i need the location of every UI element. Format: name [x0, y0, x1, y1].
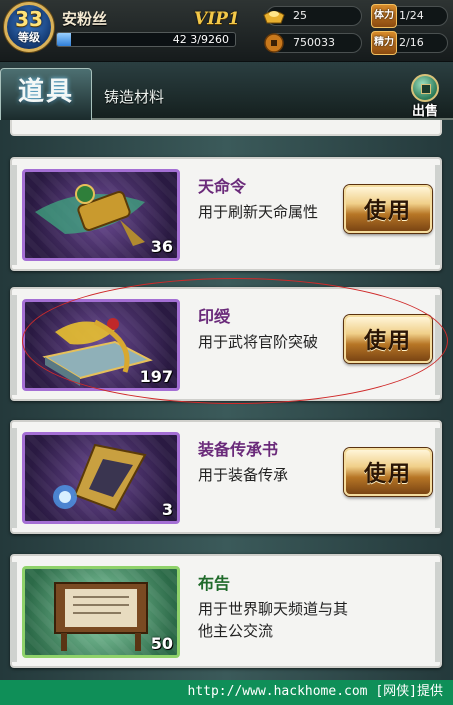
item-thumbnail[interactable]: 197: [22, 299, 180, 391]
sell-label: 出售: [411, 104, 438, 119]
list-item: 3 装备传承书 用于装备传承 使用: [10, 420, 442, 534]
item-name: 装备传承书: [198, 440, 279, 459]
level-number: 33: [15, 7, 43, 31]
item-thumbnail[interactable]: 36: [22, 169, 180, 261]
item-description: 用于武将官阶突破: [198, 333, 319, 351]
list-item: 50 布告 用于世界聊天频道与其他主公交流: [10, 554, 442, 668]
exp-bar-fill: [57, 33, 72, 46]
level-badge[interactable]: 33 等级: [4, 2, 54, 52]
previous-card-edge: [10, 120, 442, 136]
item-description: 用于刷新天命属性: [198, 203, 319, 221]
exp-bar: 42 3/9260: [56, 32, 236, 47]
stamina-label: 体力: [371, 4, 397, 28]
item-list[interactable]: 36 天命令 用于刷新天命属性 使用 197 印绶 用于武将官阶突破 使用 3 …: [0, 120, 453, 680]
coin-icon: [261, 30, 287, 56]
status-bar: 33 等级 安粉丝 VIP1 42 3/9260 25 750033 体力 1/…: [0, 0, 453, 62]
gold-value: 25: [293, 9, 307, 22]
use-button[interactable]: 使用: [344, 448, 432, 496]
vip-badge[interactable]: VIP1: [194, 9, 240, 29]
energy-label: 精力: [371, 31, 397, 55]
stamina-value: 1/24: [399, 9, 424, 22]
sell-button[interactable]: 出售: [403, 74, 447, 119]
stamina-stat[interactable]: 体力 1/24: [371, 4, 448, 28]
item-count: 3: [161, 500, 173, 519]
item-description: 用于世界聊天频道与其他主公交流: [198, 600, 349, 640]
tab-items-label: 道具: [17, 77, 74, 107]
item-count: 50: [150, 634, 173, 653]
gold-stat[interactable]: 25: [263, 6, 362, 26]
exp-text: 42 3/9260: [173, 33, 229, 46]
item-name: 布告: [198, 574, 231, 593]
coin-value: 750033: [293, 36, 335, 49]
coin-stat[interactable]: 750033: [264, 33, 362, 53]
tab-bar: 道具 铸造材料 出售: [0, 62, 453, 120]
energy-value: 2/16: [399, 36, 424, 49]
use-button[interactable]: 使用: [344, 315, 432, 363]
list-item: 36 天命令 用于刷新天命属性 使用: [10, 157, 442, 271]
player-name: 安粉丝: [62, 10, 108, 28]
tab-items[interactable]: 道具: [0, 68, 92, 120]
item-thumbnail[interactable]: 3: [22, 432, 180, 524]
energy-stat[interactable]: 精力 2/16: [371, 31, 448, 55]
item-count: 36: [150, 237, 173, 256]
list-item: 197 印绶 用于武将官阶突破 使用: [10, 287, 442, 401]
watermark-footer: http://www.hackhome.com [网侠]提供: [0, 680, 453, 705]
item-description: 用于装备传承: [198, 466, 289, 484]
tab-forge-materials[interactable]: 铸造材料: [104, 86, 164, 107]
level-label: 等级: [18, 31, 40, 44]
sell-coin-icon: [411, 74, 439, 102]
exp-value: 3/9260: [190, 33, 229, 46]
item-name: 天命令: [198, 177, 247, 196]
item-thumbnail[interactable]: 50: [22, 566, 180, 658]
item-name: 印绶: [198, 307, 231, 326]
item-count: 197: [139, 367, 173, 386]
use-button[interactable]: 使用: [344, 185, 432, 233]
exp-left: 42: [172, 33, 187, 46]
inheritance-scroll-icon: [53, 443, 147, 512]
gold-ingot-icon: [261, 3, 287, 29]
